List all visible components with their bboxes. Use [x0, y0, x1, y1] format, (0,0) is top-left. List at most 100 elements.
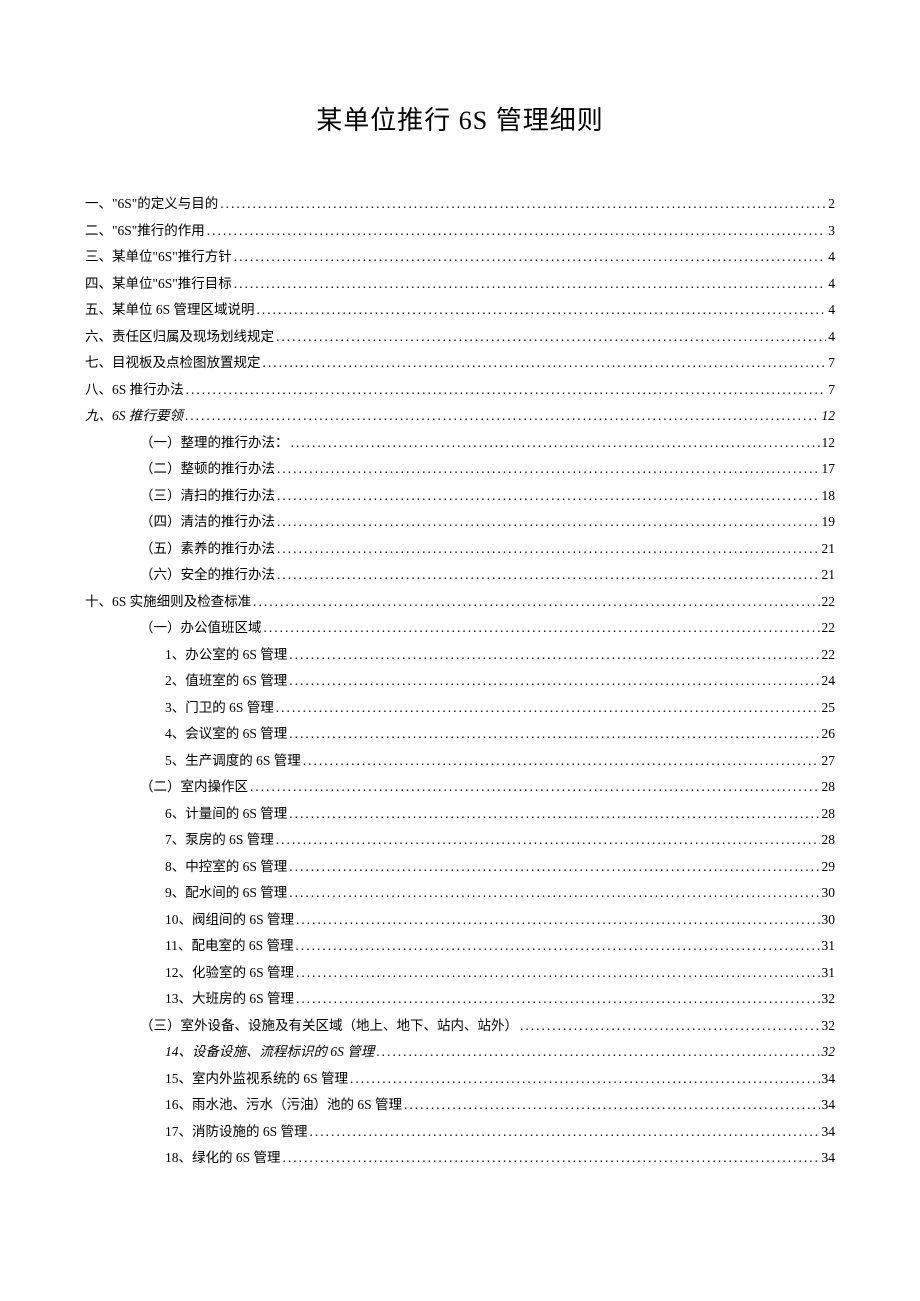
- toc-leader-dots: [220, 197, 826, 211]
- toc-entry-label: （二）整顿的推行办法: [140, 462, 275, 476]
- toc-entry[interactable]: （五）素养的推行办法21: [85, 542, 835, 556]
- toc-entry-page: 34: [822, 1125, 836, 1139]
- toc-entry[interactable]: 7、泵房的 6S 管理 28: [85, 833, 835, 847]
- toc-entry-label: （六）安全的推行办法: [140, 568, 275, 582]
- toc-entry[interactable]: 18、绿化的 6S 管理 34: [85, 1151, 835, 1165]
- toc-entry[interactable]: （三）室外设备、设施及有关区域（地上、地下、站内、站外）32: [85, 1019, 835, 1033]
- toc-entry-label: （二）室内操作区: [140, 780, 248, 794]
- toc-entry-page: 17: [822, 462, 836, 476]
- toc-entry-label: 16、雨水池、污水（污油）池的 6S 管理: [165, 1098, 402, 1112]
- toc-leader-dots: [289, 807, 819, 821]
- toc-entry-page: 32: [822, 1045, 836, 1059]
- toc-entry-page: 12: [822, 409, 836, 423]
- toc-leader-dots: [277, 515, 820, 529]
- toc-leader-dots: [289, 727, 819, 741]
- toc-entry-label: 13、大班房的 6S 管理: [165, 992, 294, 1006]
- toc-entry-page: 22: [822, 621, 836, 635]
- toc-entry-page: 34: [822, 1151, 836, 1165]
- toc-leader-dots: [277, 568, 820, 582]
- toc-entry[interactable]: 14、设备设施、流程标识的 6S 管理32: [85, 1045, 835, 1059]
- toc-entry[interactable]: 12、化验室的 6S 管理31: [85, 966, 835, 980]
- toc-entry[interactable]: 15、室内外监视系统的 6S 管理34: [85, 1072, 835, 1086]
- toc-entry-label: 2、值班室的 6S 管理: [165, 674, 287, 688]
- toc-leader-dots: [207, 224, 826, 238]
- toc-entry-page: 21: [822, 568, 836, 582]
- toc-entry-label: 9、配水间的 6S 管理: [165, 886, 287, 900]
- toc-entry[interactable]: 2、值班室的 6S 管理24: [85, 674, 835, 688]
- toc-entry-page: 31: [822, 939, 836, 953]
- toc-entry[interactable]: 二、"6S"推行的作用 3: [85, 224, 835, 238]
- toc-entry[interactable]: （二）室内操作区 28: [85, 780, 835, 794]
- toc-entry-page: 34: [822, 1072, 836, 1086]
- toc-entry-label: 10、阀组间的 6S 管理: [165, 913, 294, 927]
- toc-entry[interactable]: 5、生产调度的 6S 管理27: [85, 754, 835, 768]
- toc-leader-dots: [289, 860, 819, 874]
- toc-leader-dots: [296, 913, 819, 927]
- toc-leader-dots: [303, 754, 820, 768]
- toc-entry[interactable]: 17、消防设施的 6S 管理34: [85, 1125, 835, 1139]
- toc-entry[interactable]: 一、"6S"的定义与目的2: [85, 197, 835, 211]
- toc-entry-page: 28: [822, 780, 836, 794]
- toc-entry[interactable]: 四、某单位"6S"推行目标4: [85, 277, 835, 291]
- toc-entry[interactable]: 五、某单位 6S 管理区域说明4: [85, 303, 835, 317]
- toc-entry[interactable]: 三、某单位"6S"推行方针 4: [85, 250, 835, 264]
- toc-entry[interactable]: （一）办公值班区域22: [85, 621, 835, 635]
- toc-entry-page: 32: [822, 992, 836, 1006]
- toc-leader-dots: [185, 409, 820, 423]
- toc-entry[interactable]: （一）整理的推行办法：12: [85, 436, 835, 450]
- toc-entry-page: 19: [822, 515, 836, 529]
- toc-leader-dots: [250, 780, 820, 794]
- toc-entry-page: 3: [828, 224, 835, 238]
- toc-leader-dots: [276, 701, 820, 715]
- toc-entry[interactable]: 10、阀组间的 6S 管理 30: [85, 913, 835, 927]
- toc-entry[interactable]: 七、目视板及点检图放置规定 7: [85, 356, 835, 370]
- toc-entry[interactable]: 4、会议室的 6S 管理26: [85, 727, 835, 741]
- toc-entry-label: 18、绿化的 6S 管理: [165, 1151, 281, 1165]
- document-title: 某单位推行 6S 管理细则: [85, 100, 835, 137]
- toc-entry[interactable]: 8、中控室的 6S 管理29: [85, 860, 835, 874]
- toc-entry[interactable]: （三）清扫的推行办法18: [85, 489, 835, 503]
- toc-entry-label: 二、"6S"推行的作用: [85, 224, 205, 238]
- toc-leader-dots: [289, 886, 819, 900]
- toc-entry-page: 30: [822, 913, 836, 927]
- toc-entry[interactable]: 九、6S 推行要领12: [85, 409, 835, 423]
- toc-entry-label: （一）整理的推行办法：: [140, 436, 289, 450]
- toc-leader-dots: [277, 542, 820, 556]
- toc-entry[interactable]: 13、大班房的 6S 管理 32: [85, 992, 835, 1006]
- toc-entry[interactable]: 八、6S 推行办法7: [85, 383, 835, 397]
- toc-entry-label: 六、责任区归属及现场划线规定: [85, 330, 274, 344]
- toc-leader-dots: [276, 330, 826, 344]
- toc-entry-label: 3、门卫的 6S 管理: [165, 701, 274, 715]
- toc-leader-dots: [376, 1045, 819, 1059]
- toc-entry[interactable]: 3、门卫的 6S 管理25: [85, 701, 835, 715]
- toc-leader-dots: [289, 674, 819, 688]
- toc-entry-label: 7、泵房的 6S 管理: [165, 833, 274, 847]
- toc-entry-page: 21: [822, 542, 836, 556]
- toc-entry[interactable]: （二）整顿的推行办法 17: [85, 462, 835, 476]
- toc-leader-dots: [283, 1151, 820, 1165]
- toc-entry[interactable]: （四）清洁的推行办法19: [85, 515, 835, 529]
- toc-leader-dots: [350, 1072, 819, 1086]
- toc-entry-page: 7: [828, 356, 835, 370]
- toc-entry-page: 32: [822, 1019, 836, 1033]
- toc-entry-page: 28: [822, 833, 836, 847]
- toc-entry[interactable]: 十、6S 实施细则及检查标准22: [85, 595, 835, 609]
- toc-entry[interactable]: 16、雨水池、污水（污油）池的 6S 管理34: [85, 1098, 835, 1112]
- toc-entry[interactable]: 6、计量间的 6S 管理28: [85, 807, 835, 821]
- toc-entry-page: 31: [822, 966, 836, 980]
- toc-entry[interactable]: （六）安全的推行办法 21: [85, 568, 835, 582]
- toc-entry-label: 4、会议室的 6S 管理: [165, 727, 287, 741]
- toc-leader-dots: [234, 250, 826, 264]
- toc-leader-dots: [520, 1019, 820, 1033]
- toc-entry-label: 三、某单位"6S"推行方针: [85, 250, 232, 264]
- toc-entry-page: 4: [828, 330, 835, 344]
- toc-entry-label: 七、目视板及点检图放置规定: [85, 356, 261, 370]
- toc-entry-label: （三）清扫的推行办法: [140, 489, 275, 503]
- toc-entry[interactable]: 9、配水间的 6S 管理30: [85, 886, 835, 900]
- toc-entry[interactable]: 11、配电室的 6S 管理31: [85, 939, 835, 953]
- toc-leader-dots: [186, 383, 827, 397]
- toc-leader-dots: [296, 939, 820, 953]
- toc-entry[interactable]: 1、办公室的 6S 管理22: [85, 648, 835, 662]
- toc-entry[interactable]: 六、责任区归属及现场划线规定 4: [85, 330, 835, 344]
- toc-entry-page: 4: [828, 250, 835, 264]
